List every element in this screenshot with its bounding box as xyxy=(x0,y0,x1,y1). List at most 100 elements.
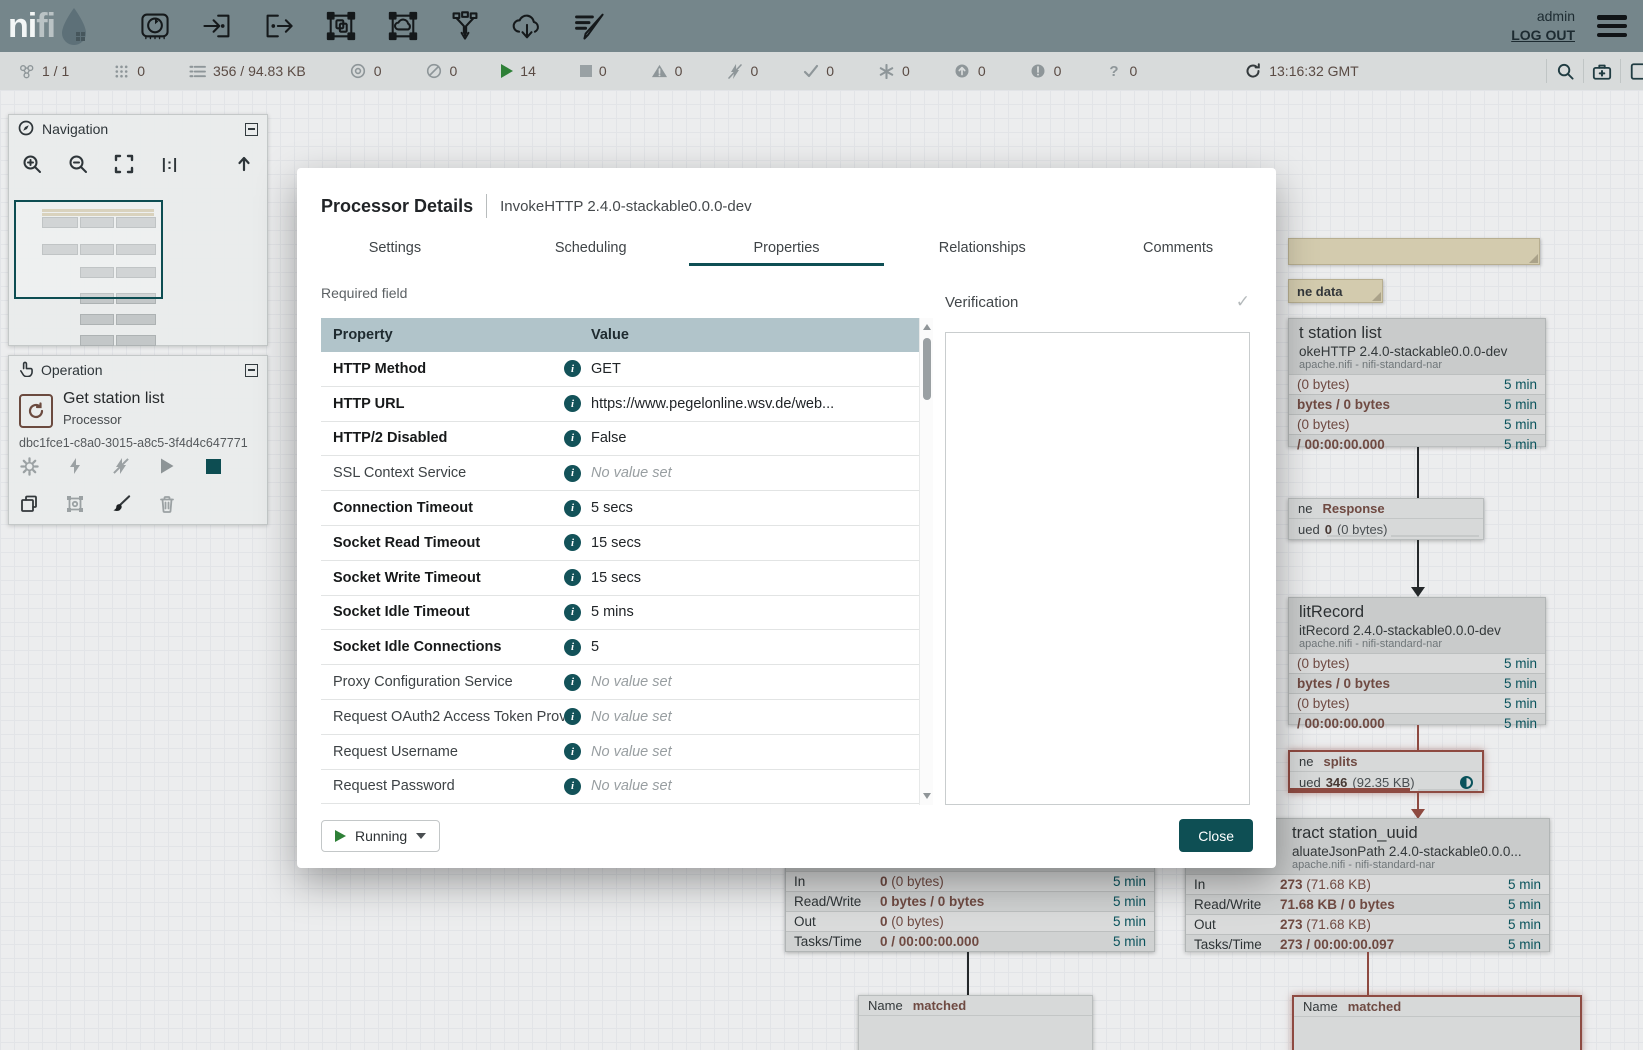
start-icon[interactable] xyxy=(157,456,177,476)
table-row[interactable]: HTTP MethodiGET xyxy=(321,352,919,387)
table-row[interactable]: Request OAuth2 Access Token Prov...iNo v… xyxy=(321,700,919,735)
funnel-icon[interactable] xyxy=(445,6,485,46)
delete-trash-icon[interactable] xyxy=(157,494,177,514)
info-icon[interactable]: i xyxy=(564,674,581,691)
invalid-warning-icon xyxy=(651,63,668,80)
connection-splits[interactable]: nesplits ued346(92.35 KB) xyxy=(1288,750,1484,793)
info-icon[interactable]: i xyxy=(564,743,581,760)
process-group-icon[interactable] xyxy=(321,6,361,46)
connection-matched[interactable]: Namematched xyxy=(1292,995,1582,1050)
verify-check-icon[interactable]: ✓ xyxy=(1236,292,1250,312)
info-icon[interactable]: i xyxy=(564,430,581,447)
table-row[interactable]: Request UsernameiNo value set xyxy=(321,735,919,770)
enable-bolt-icon[interactable] xyxy=(65,456,85,476)
label-resize-handle[interactable] xyxy=(1372,292,1381,301)
flow-label[interactable] xyxy=(1288,238,1540,265)
connection-line[interactable] xyxy=(967,952,969,995)
collapse-panel-icon[interactable] xyxy=(245,364,258,377)
info-icon[interactable]: i xyxy=(564,569,581,586)
global-menu-icon[interactable] xyxy=(1597,15,1627,37)
run-status-dropdown[interactable]: Running xyxy=(321,820,440,852)
zoom-in-icon[interactable] xyxy=(21,153,43,175)
table-row[interactable]: Socket Read Timeouti15 secs xyxy=(321,526,919,561)
disable-bolt-slash-icon[interactable] xyxy=(111,456,131,476)
info-icon[interactable]: i xyxy=(564,534,581,551)
color-brush-icon[interactable] xyxy=(111,494,131,514)
refresh-status[interactable]: 13:16:32 GMT xyxy=(1245,63,1359,79)
tab-comments[interactable]: Comments xyxy=(1080,230,1276,266)
table-row[interactable]: Socket Idle Connectionsi5 xyxy=(321,630,919,665)
cloud-download-icon[interactable] xyxy=(507,6,547,46)
info-icon[interactable]: i xyxy=(564,778,581,795)
go-to-parent-icon[interactable] xyxy=(233,153,255,175)
stat-row: (0 bytes)5 min xyxy=(1289,693,1545,713)
info-icon[interactable]: i xyxy=(564,604,581,621)
queued-list-icon xyxy=(189,63,206,80)
info-icon[interactable]: i xyxy=(564,500,581,517)
status-not-transmitting: 0 xyxy=(425,63,457,80)
label-icon[interactable] xyxy=(569,6,609,46)
flow-label[interactable]: ne data xyxy=(1288,279,1383,303)
clipboard-icon[interactable] xyxy=(1621,56,1643,86)
zoom-fit-icon[interactable] xyxy=(113,153,135,175)
chevron-down-icon xyxy=(416,833,426,839)
nifi-app: nifi xyxy=(0,0,1643,1050)
tab-scheduling[interactable]: Scheduling xyxy=(493,230,689,266)
table-row[interactable]: HTTP URLihttps://www.pegelonline.wsv.de/… xyxy=(321,387,919,422)
collapse-panel-icon[interactable] xyxy=(245,123,258,136)
table-row[interactable]: Connection Timeouti5 secs xyxy=(321,491,919,526)
table-row[interactable]: Proxy Configuration ServiceiNo value set xyxy=(321,665,919,700)
processor-icon[interactable] xyxy=(135,6,175,46)
status-queued: 356 / 94.83 KB xyxy=(189,63,306,80)
connection-line[interactable] xyxy=(1417,447,1419,498)
processor-details-dialog: Processor Details InvokeHTTP 2.4.0-stack… xyxy=(297,168,1276,868)
info-icon[interactable]: i xyxy=(564,465,581,482)
connection-line[interactable] xyxy=(1417,793,1419,810)
info-icon[interactable]: i xyxy=(564,708,581,725)
tab-relationships[interactable]: Relationships xyxy=(884,230,1080,266)
dialog-tabs: Settings Scheduling Properties Relations… xyxy=(297,230,1276,266)
table-row[interactable]: Socket Write Timeouti15 secs xyxy=(321,561,919,596)
logout-link[interactable]: LOG OUT xyxy=(1511,26,1575,45)
input-port-icon[interactable] xyxy=(197,6,237,46)
minimap-viewport[interactable] xyxy=(14,200,163,299)
tab-properties[interactable]: Properties xyxy=(689,230,885,266)
check-icon xyxy=(802,63,819,80)
connection-response[interactable]: neResponse ued0(0 bytes) xyxy=(1288,498,1484,540)
table-row[interactable]: Request PasswordiNo value set xyxy=(321,770,919,805)
birdseye-minimap[interactable] xyxy=(14,200,262,343)
remote-process-group-icon[interactable] xyxy=(383,6,423,46)
scrollbar-thumb[interactable] xyxy=(923,338,931,400)
connection-line[interactable] xyxy=(1367,952,1369,995)
info-icon[interactable]: i xyxy=(564,395,581,412)
output-port-icon[interactable] xyxy=(259,6,299,46)
table-scrollbar[interactable] xyxy=(919,318,933,805)
zoom-actual-icon[interactable]: |:| xyxy=(159,153,181,175)
group-selection-icon[interactable] xyxy=(65,494,85,514)
close-button[interactable]: Close xyxy=(1179,819,1253,852)
configure-gear-icon[interactable] xyxy=(19,456,39,476)
connection-matched[interactable]: Namematched xyxy=(858,995,1093,1050)
scroll-down-icon[interactable] xyxy=(923,793,931,799)
first-aid-kit-icon[interactable] xyxy=(1584,56,1620,86)
tab-settings[interactable]: Settings xyxy=(297,230,493,266)
flow-canvas[interactable]: ne data t station list okeHTTP 2.4.0-sta… xyxy=(0,90,1643,1050)
connection-line[interactable] xyxy=(1417,725,1419,750)
table-row[interactable]: Socket Idle Timeouti5 mins xyxy=(321,596,919,631)
stop-icon[interactable] xyxy=(203,456,223,476)
status-cluster: 1 / 1 xyxy=(18,63,69,80)
table-row[interactable]: HTTP/2 DisablediFalse xyxy=(321,422,919,457)
info-icon[interactable]: i xyxy=(564,639,581,656)
info-icon[interactable]: i xyxy=(564,360,581,377)
scroll-up-icon[interactable] xyxy=(923,324,931,330)
label-resize-handle[interactable] xyxy=(1529,254,1538,263)
hand-pointer-icon xyxy=(18,361,33,380)
processor-get-station-list[interactable]: t station list okeHTTP 2.4.0-stackable0.… xyxy=(1288,318,1546,447)
search-icon[interactable] xyxy=(1547,56,1583,86)
processor-splitrecord[interactable]: litRecord itRecord 2.4.0-stackable0.0.0-… xyxy=(1288,597,1546,725)
table-row[interactable]: SSL Context ServiceiNo value set xyxy=(321,456,919,491)
processor-stats-table[interactable]: In0 (0 bytes)5 min Read/Write0 bytes / 0… xyxy=(785,866,1155,952)
zoom-out-icon[interactable] xyxy=(67,153,89,175)
connection-line[interactable] xyxy=(1417,540,1419,588)
copy-icon[interactable] xyxy=(19,494,39,514)
